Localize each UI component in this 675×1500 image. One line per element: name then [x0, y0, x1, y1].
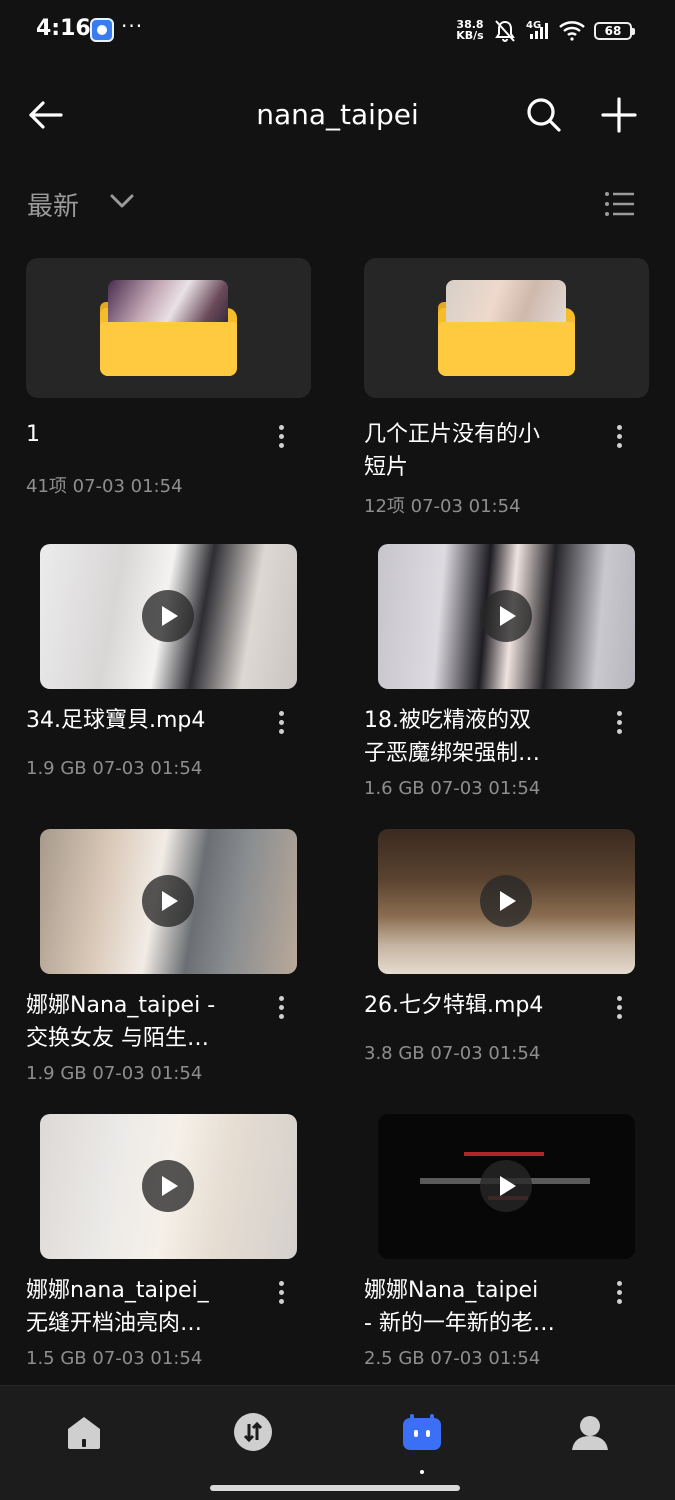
item-name: 娜娜Nana_taipei - 新的一年新的老…: [364, 1278, 555, 1336]
item-meta: 1.5 GB 07-03 01:54: [26, 1348, 203, 1369]
item-more-button[interactable]: [266, 987, 296, 1027]
network-speed: 38.8 KB/s: [452, 19, 488, 41]
item-meta: 3.8 GB 07-03 01:54: [364, 1043, 541, 1064]
item-meta: 41项 07-03 01:54: [26, 476, 183, 497]
app-notification-icon: [90, 18, 114, 42]
top-app-bar: nana_taipei: [0, 80, 675, 150]
active-tab-indicator: [420, 1470, 424, 1474]
item-meta: 1.6 GB 07-03 01:54: [364, 778, 541, 799]
search-icon: [527, 98, 561, 132]
item-name: 娜娜Nana_taipei - 交换女友 与陌生…: [26, 993, 216, 1051]
wifi-icon: [559, 21, 585, 41]
files-icon: [403, 1414, 441, 1450]
folder-thumbnail: [364, 258, 649, 398]
status-bar: 4:16 ··· 38.8 KB/s 4G 68: [0, 0, 675, 62]
video-thumbnail: [378, 1114, 635, 1259]
item-name: 18.被吃精液的双 子恶魔绑架强制…: [364, 708, 541, 766]
gesture-bar[interactable]: [210, 1485, 460, 1491]
video-thumbnail: [40, 829, 297, 974]
sort-dropdown-label[interactable]: 最新: [27, 186, 79, 223]
nav-transfer[interactable]: [231, 1410, 275, 1454]
play-icon[interactable]: [142, 875, 194, 927]
item-more-button[interactable]: [266, 1272, 296, 1312]
page-title: nana_taipei: [256, 98, 419, 131]
item-name: 26.七夕特辑.mp4: [364, 993, 544, 1018]
battery-indicator: 68: [594, 22, 635, 40]
item-meta: 12项 07-03 01:54: [364, 496, 521, 517]
bell-muted-icon: [495, 20, 515, 42]
search-button[interactable]: [521, 92, 567, 138]
more-notifications-icon: ···: [121, 14, 144, 38]
nav-home[interactable]: [62, 1410, 106, 1454]
item-name: 娜娜nana_taipei_ 无缝开档油亮肉…: [26, 1278, 209, 1336]
item-name: 几个正片没有的小 短片: [364, 422, 541, 480]
item-name: 1: [26, 422, 40, 447]
video-thumbnail: [40, 1114, 297, 1259]
profile-icon: [572, 1416, 608, 1450]
folder-icon: [438, 322, 575, 376]
sort-toolbar: 最新: [0, 180, 675, 230]
item-meta: 2.5 GB 07-03 01:54: [364, 1348, 541, 1369]
network-speed-unit: KB/s: [456, 29, 484, 42]
play-icon[interactable]: [480, 1160, 532, 1212]
video-thumbnail: [378, 829, 635, 974]
folder-icon: [100, 322, 237, 376]
play-icon[interactable]: [142, 1160, 194, 1212]
list-view-button[interactable]: [598, 184, 642, 224]
transfer-icon: [234, 1413, 272, 1451]
item-more-button[interactable]: [604, 702, 634, 742]
bottom-navigation: [0, 1385, 675, 1500]
list-view-icon: [605, 192, 634, 216]
chevron-down-icon[interactable]: [108, 190, 136, 212]
play-icon[interactable]: [480, 590, 532, 642]
network-type: 4G: [526, 20, 541, 31]
item-more-button[interactable]: [604, 416, 634, 456]
signal-4g-icon: 4G: [526, 20, 548, 39]
play-icon[interactable]: [142, 590, 194, 642]
status-time: 4:16: [36, 16, 91, 41]
item-meta: 1.9 GB 07-03 01:54: [26, 1063, 203, 1084]
home-icon: [68, 1417, 100, 1449]
nav-files[interactable]: [400, 1410, 444, 1454]
video-thumbnail: [378, 544, 635, 689]
item-more-button[interactable]: [604, 987, 634, 1027]
plus-icon: [601, 97, 637, 133]
item-meta: 1.9 GB 07-03 01:54: [26, 758, 203, 779]
play-icon[interactable]: [480, 875, 532, 927]
item-more-button[interactable]: [266, 416, 296, 456]
item-name: 34.足球寶貝.mp4: [26, 708, 206, 733]
item-more-button[interactable]: [266, 702, 296, 742]
nav-profile[interactable]: [568, 1410, 612, 1454]
battery-level: 68: [604, 24, 622, 38]
folder-thumbnail: [26, 258, 311, 398]
add-button[interactable]: [596, 92, 642, 138]
item-more-button[interactable]: [604, 1272, 634, 1312]
video-thumbnail: [40, 544, 297, 689]
